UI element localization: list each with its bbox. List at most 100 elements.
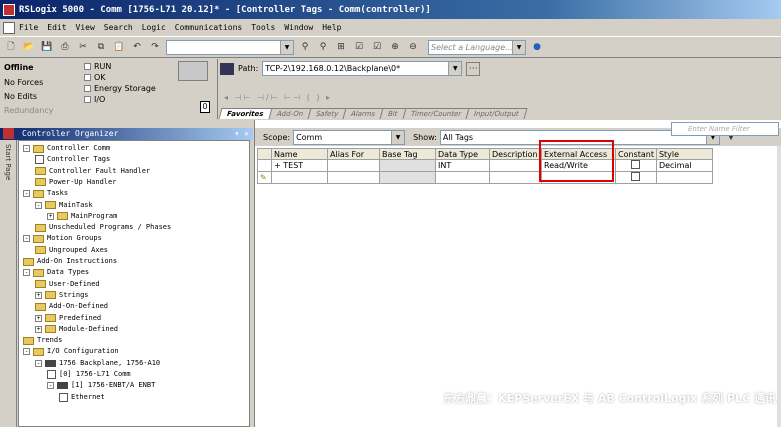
tree-item[interactable]: - Tasks (23, 188, 68, 199)
column-base-tag[interactable]: Base Tag (379, 148, 436, 160)
find-icon[interactable]: ⚲ (298, 40, 312, 54)
name-filter-input[interactable]: Enter Name Filter (671, 122, 779, 136)
tree-item[interactable]: - I/O Configuration (23, 346, 119, 357)
tab-alarms[interactable]: Alarms (342, 108, 384, 119)
paste-icon[interactable]: 📋 (112, 40, 126, 54)
find-next-icon[interactable]: ⚲ (316, 40, 330, 54)
collapse-icon[interactable]: - (23, 348, 30, 356)
tree-item[interactable]: - MainTask (35, 200, 93, 211)
cut-icon[interactable]: ✂ (76, 40, 90, 54)
tree-item[interactable]: Controller Fault Handler (35, 166, 150, 177)
new-icon[interactable]: 🗋 (4, 40, 18, 54)
expand-icon[interactable]: + (35, 325, 42, 333)
open-icon[interactable]: 📂 (22, 40, 36, 54)
tab-favorites[interactable]: Favorites (218, 108, 273, 119)
constant-checkbox[interactable] (631, 172, 641, 181)
tab-safety[interactable]: Safety (307, 108, 347, 119)
tree-item[interactable]: - [1] 1756-ENBT/A ENBT (47, 380, 155, 391)
menu-search[interactable]: Search (104, 23, 133, 32)
column-description[interactable]: Description (489, 148, 542, 160)
row-marker[interactable] (257, 159, 272, 172)
menu-communications[interactable]: Communications (175, 23, 242, 32)
cell-style[interactable] (655, 171, 713, 184)
scope-select[interactable]: Comm ▼ (293, 129, 406, 145)
tab-add-on[interactable]: Add-On (268, 108, 312, 119)
tab-timer-counter[interactable]: Timer/Counter (402, 108, 470, 119)
collapse-icon[interactable]: - (47, 382, 54, 390)
cell-description[interactable] (489, 159, 542, 172)
tree-item[interactable]: Add-On Instructions (23, 256, 117, 267)
row-marker[interactable]: ✎ (257, 171, 272, 184)
undo-icon[interactable]: ↶ (130, 40, 144, 54)
cell-style[interactable]: Decimal (655, 159, 713, 172)
column-constant[interactable]: Constant (615, 148, 657, 160)
tree-item[interactable]: Add-On-Defined (35, 301, 108, 312)
tree-item[interactable]: - 1756 Backplane, 1756-A10 (35, 358, 160, 369)
cell-data-type[interactable] (435, 171, 490, 184)
tree-item[interactable]: - Data Types (23, 267, 89, 278)
verify-all-icon[interactable]: ☑ (370, 40, 384, 54)
search-combo[interactable]: ▼ (166, 39, 294, 55)
menu-view[interactable]: View (76, 23, 95, 32)
cell-description[interactable] (489, 171, 542, 184)
cell-data-type[interactable]: INT (435, 159, 490, 172)
tree-item[interactable]: Power-Up Handler (35, 177, 116, 188)
tab-input-output[interactable]: Input/Output (465, 108, 528, 119)
tree-item[interactable]: + Strings (35, 290, 89, 301)
collapse-icon[interactable]: - (23, 269, 30, 277)
cell-base-tag[interactable] (379, 159, 436, 172)
start-page-strip[interactable]: Start Page (0, 128, 17, 427)
menu-logic[interactable]: Logic (142, 23, 166, 32)
tree-item[interactable]: [0] 1756-L71 Comm (47, 369, 131, 380)
globe-icon[interactable]: ● (530, 40, 544, 54)
tree-item[interactable]: + Module-Defined (35, 324, 118, 335)
expand-icon[interactable]: + (47, 212, 54, 220)
cell-alias-for[interactable] (327, 159, 380, 172)
menu-file[interactable]: File (19, 23, 38, 32)
tree-item[interactable]: - Motion Groups (23, 233, 102, 244)
menu-window[interactable]: Window (284, 23, 313, 32)
table-row[interactable]: + TEST INT Read/Write Decimal (257, 159, 713, 172)
menu-tools[interactable]: Tools (251, 23, 275, 32)
collapse-icon[interactable]: - (23, 145, 30, 152)
path-combo[interactable]: TCP-2\192.168.0.12\Backplane\0* ▼ (262, 61, 463, 76)
column-name[interactable]: Name (271, 148, 328, 160)
cell-alias-for[interactable] (327, 171, 380, 184)
print-icon[interactable]: ⎙ (58, 40, 72, 54)
tree-item[interactable]: Controller Tags (35, 154, 110, 165)
menu-edit[interactable]: Edit (47, 23, 66, 32)
column-alias-for[interactable]: Alias For (327, 148, 380, 160)
cell-constant[interactable] (615, 171, 657, 184)
language-select[interactable]: Select a Language... ▼ (428, 39, 526, 55)
collapse-icon[interactable]: - (35, 359, 42, 367)
vertical-scrollbar[interactable] (777, 146, 781, 427)
tree-item[interactable]: Unscheduled Programs / Phases (35, 222, 171, 233)
tree-item[interactable]: Ethernet (59, 392, 105, 403)
menu-help[interactable]: Help (322, 23, 341, 32)
cell-constant[interactable] (615, 159, 657, 172)
column-style[interactable]: Style (655, 148, 713, 160)
zoom-out-icon[interactable]: ⊖ (406, 40, 420, 54)
collapse-icon[interactable]: - (23, 235, 30, 243)
copy-icon[interactable]: ⧉ (94, 40, 108, 54)
zoom-in-icon[interactable]: ⊕ (388, 40, 402, 54)
cell-name[interactable] (271, 171, 328, 184)
save-icon[interactable]: 💾 (40, 40, 54, 54)
browse-path-icon[interactable]: ⋯ (466, 61, 481, 76)
expand-icon[interactable]: + (35, 291, 42, 299)
verify-icon[interactable]: ☑ (352, 40, 366, 54)
redo-icon[interactable]: ↷ (148, 40, 162, 54)
tree-item[interactable]: Ungrouped Axes (35, 245, 108, 256)
tree-item[interactable]: + Predefined (35, 313, 101, 324)
tree-item[interactable]: User-Defined (35, 279, 100, 290)
collapse-icon[interactable]: - (35, 201, 42, 209)
crossref-icon[interactable]: ⊞ (334, 40, 348, 54)
expand-icon[interactable]: + (35, 314, 42, 322)
column-data-type[interactable]: Data Type (435, 148, 490, 160)
cell-base-tag[interactable] (379, 171, 436, 184)
collapse-icon[interactable]: - (23, 190, 30, 198)
organizer-tree[interactable]: - Controller Comm Controller Tags Controlle… (18, 140, 250, 427)
organizer-close-icon[interactable]: ▾ ✕ (235, 128, 249, 140)
cell-name[interactable]: + TEST (271, 159, 328, 172)
table-row[interactable]: ✎ (257, 171, 713, 184)
